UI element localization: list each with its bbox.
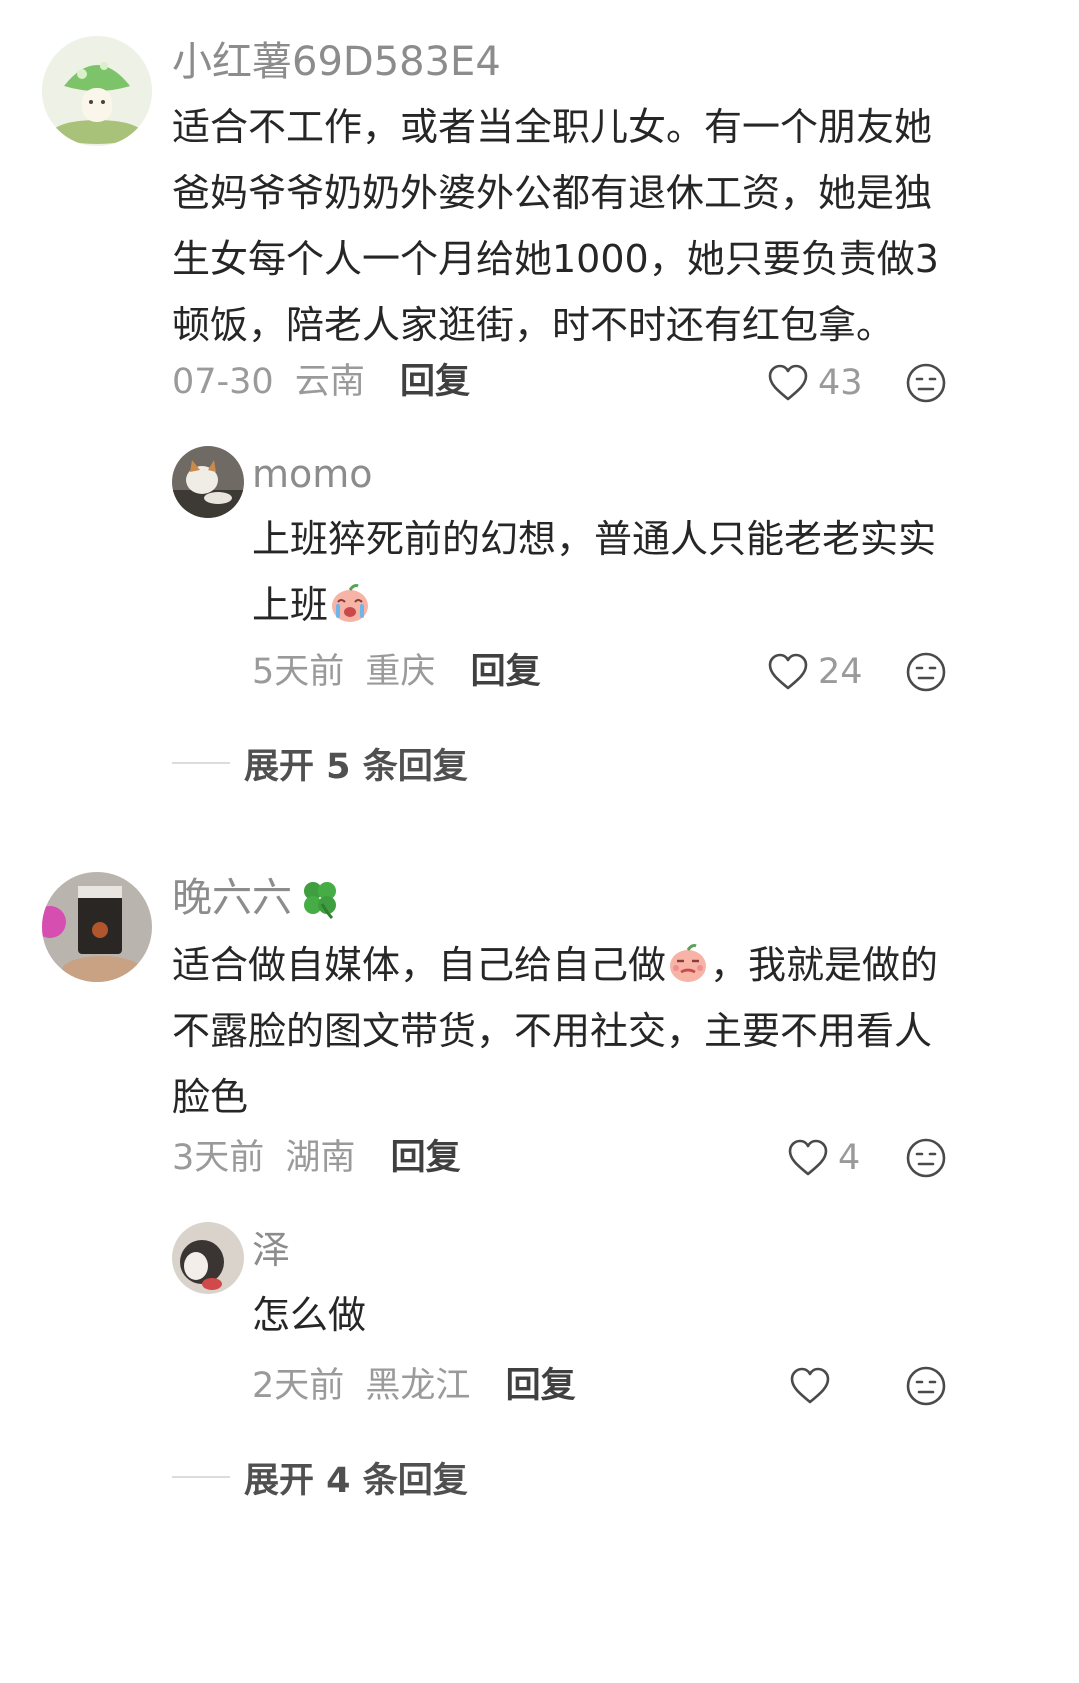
- username[interactable]: 小红薯69D583E4: [172, 38, 501, 86]
- comment-text: 怎么做: [252, 1282, 366, 1348]
- like-count: 24: [818, 652, 863, 692]
- dislike-button[interactable]: [905, 651, 947, 693]
- comment-text-fragment: 上班: [252, 583, 329, 627]
- username[interactable]: 泽: [252, 1226, 290, 1274]
- neutral-face-icon: [906, 652, 946, 692]
- username[interactable]: 晚六六: [172, 874, 292, 922]
- cup-photo-avatar-icon: [42, 872, 152, 982]
- heart-outline-icon: [788, 1139, 828, 1176]
- cat-avatar-icon: [172, 446, 244, 518]
- like-button[interactable]: 24: [768, 647, 863, 697]
- avatar[interactable]: [42, 872, 152, 982]
- comment-location: 黑龙江: [365, 1366, 471, 1406]
- expand-replies-button[interactable]: 展开 4 条回复: [172, 1452, 468, 1502]
- reply-button[interactable]: 回复: [391, 1138, 461, 1178]
- comment-text-line: 爸妈爷爷奶奶外婆外公都有退休工资，她是独: [172, 171, 933, 215]
- comment-location: 云南: [294, 362, 365, 402]
- four-leaf-clover-icon: [304, 882, 336, 920]
- reply-button[interactable]: 回复: [400, 362, 470, 402]
- heart-outline-icon: [768, 653, 808, 690]
- dislike-button[interactable]: [905, 1137, 947, 1179]
- comment-text-line: 生女每个人一个月给她1000，她只要负责做3: [172, 237, 939, 281]
- neutral-face-icon: [906, 363, 946, 403]
- avatar[interactable]: [172, 1222, 244, 1294]
- neutral-face-icon: [906, 1366, 946, 1406]
- like-count: 43: [818, 363, 863, 403]
- avatar[interactable]: [42, 36, 152, 146]
- mushroom-avatar-icon: [42, 36, 152, 146]
- comment-text-line: 适合不工作，或者当全职儿女。有一个朋友她: [172, 105, 933, 149]
- username[interactable]: momo: [252, 450, 373, 498]
- like-button[interactable]: 43: [768, 358, 863, 408]
- divider: [172, 1476, 230, 1478]
- reply-button[interactable]: 回复: [506, 1366, 576, 1406]
- comment-date: 3天前: [172, 1138, 265, 1178]
- comment-meta: 2天前 黑龙江 回复: [252, 1364, 576, 1408]
- kitten-avatar-icon: [172, 1222, 244, 1294]
- comment-meta: 07-30 云南 回复: [172, 360, 470, 404]
- comment-meta: 3天前 湖南 回复: [172, 1136, 461, 1180]
- expand-replies-label: 展开 5 条回复: [244, 746, 468, 787]
- expand-replies-label: 展开 4 条回复: [244, 1460, 468, 1501]
- divider: [172, 762, 230, 764]
- comment-text-fragment: 适合做自媒体，自己给自己做: [172, 943, 667, 987]
- neutral-face-icon: [906, 1138, 946, 1178]
- smug-emoji-icon: [670, 944, 707, 982]
- comment-text-line: 顿饭，陪老人家逛街，时不时还有红包拿。: [172, 303, 895, 347]
- comment-text-line: 上班: [252, 572, 936, 638]
- comment-text-line: 上班猝死前的幻想，普通人只能老老实实: [252, 517, 937, 561]
- comment-text: 上班猝死前的幻想，普通人只能老老实实 上班: [252, 506, 936, 638]
- comment-text-line: 不露脸的图文带货，不用社交，主要不用看人: [172, 1009, 933, 1053]
- comment-text-line: 怎么做: [252, 1293, 367, 1337]
- like-count: 4: [838, 1138, 861, 1178]
- comment-text: 适合做自媒体，自己给自己做 ，我就是做的 不露脸的图文带货，不用社交，主要不用看…: [172, 932, 938, 1130]
- comment-text-fragment: ，我就是做的: [710, 943, 939, 987]
- comment-text-line: 适合做自媒体，自己给自己做 ，我就是做的: [172, 932, 938, 998]
- expand-replies-button[interactable]: 展开 5 条回复: [172, 738, 468, 788]
- comment-date: 07-30: [172, 362, 274, 402]
- comment-date: 5天前: [252, 652, 345, 692]
- comment-meta: 5天前 重庆 回复: [252, 650, 541, 694]
- comment-text-line: 脸色: [172, 1075, 249, 1119]
- like-button[interactable]: 4: [788, 1133, 860, 1183]
- comment-location: 重庆: [365, 652, 436, 692]
- crying-emoji-icon: [332, 584, 369, 622]
- heart-outline-icon: [768, 364, 808, 401]
- comment-location: 湖南: [285, 1138, 356, 1178]
- dislike-button[interactable]: [905, 362, 947, 404]
- reply-button[interactable]: 回复: [471, 652, 541, 692]
- comment-date: 2天前: [252, 1366, 345, 1406]
- dislike-button[interactable]: [905, 1365, 947, 1407]
- like-button[interactable]: [790, 1361, 830, 1411]
- comment-text: 适合不工作，或者当全职儿女。有一个朋友她 爸妈爷爷奶奶外婆外公都有退休工资，她是…: [172, 94, 939, 358]
- heart-outline-icon: [790, 1367, 830, 1404]
- avatar[interactable]: [172, 446, 244, 518]
- username-row: 晚六六: [172, 874, 342, 922]
